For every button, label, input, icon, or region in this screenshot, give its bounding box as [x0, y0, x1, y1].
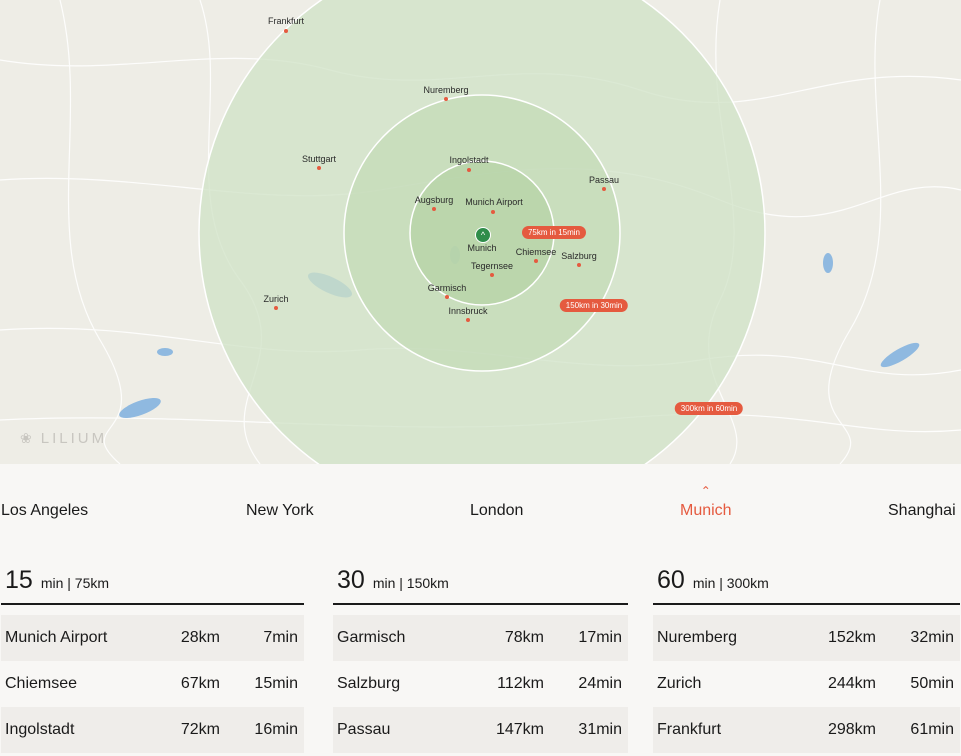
lilium-logo: ❀ LILIUM — [20, 430, 107, 447]
tab-los-angeles[interactable]: Los Angeles — [1, 502, 88, 520]
distance: 147km — [495, 721, 544, 738]
column-minutes: 15 — [5, 566, 33, 594]
distance: 112km — [497, 675, 544, 692]
table-row: Ingolstadt 72km 16min — [1, 707, 304, 753]
city-label-innsbruck: Innsbruck — [448, 306, 488, 316]
city-label-stuttgart: Stuttgart — [301, 154, 337, 164]
destination-name: Nuremberg — [657, 629, 738, 646]
city-label-nuremberg: Nuremberg — [423, 85, 469, 95]
duration: 61min — [910, 721, 954, 738]
column-minutes: 30 — [337, 566, 365, 594]
duration: 50min — [910, 675, 954, 692]
range-column-15: 15 min | 75km Munich Airport 28km 7min C… — [1, 566, 304, 753]
tab-new-york[interactable]: New York — [246, 502, 314, 520]
column-header: 15 min | 75km — [1, 566, 304, 605]
city-label-garmisch: Garmisch — [427, 283, 467, 293]
tab-munich-label: Munich — [680, 502, 732, 519]
lilium-flower-icon: ❀ — [20, 430, 35, 446]
column-header: 60 min | 300km — [653, 566, 960, 605]
column-header: 30 min | 150km — [333, 566, 628, 605]
city-tabs: Los Angeles New York London ⌃ Munich Sha… — [0, 482, 961, 532]
distance: 72km — [180, 721, 220, 738]
table-row: Passau 147km 31min — [333, 707, 628, 753]
destination-name: Chiemsee — [5, 675, 78, 692]
column-subtitle: min | 75km — [40, 575, 110, 591]
range-pill-15min: 75km in 15min — [521, 226, 587, 239]
table-row: Salzburg 112km 24min — [333, 661, 628, 707]
destination-name: Salzburg — [337, 675, 401, 692]
table-row: Munich Airport 28km 7min — [1, 615, 304, 661]
destination-name: Zurich — [657, 675, 702, 692]
hub-label: Munich — [467, 243, 497, 253]
range-pill-60min: 300km in 60min — [674, 402, 744, 415]
column-subtitle: min | 150km — [372, 575, 449, 591]
distance: 28km — [180, 629, 220, 646]
city-label-chiemsee: Chiemsee — [515, 247, 557, 257]
duration: 31min — [578, 721, 622, 738]
chevron-up-icon: ⌃ — [700, 484, 711, 498]
table-row: Chiemsee 67km 15min — [1, 661, 304, 707]
city-label-salzburg: Salzburg — [561, 251, 597, 261]
duration: 16min — [254, 721, 298, 738]
duration: 17min — [578, 629, 622, 646]
city-label-munich-airport: Munich Airport — [465, 197, 523, 207]
destination-name: Garmisch — [337, 629, 406, 646]
duration: 32min — [910, 629, 954, 646]
table-row: Frankfurt 298km 61min — [653, 707, 960, 753]
tab-shanghai[interactable]: Shanghai — [888, 502, 956, 520]
logo-text: LILIUM — [40, 430, 108, 447]
munich-hub-marker[interactable]: ^ — [475, 227, 491, 243]
city-label-tegernsee: Tegernsee — [470, 261, 514, 271]
range-pill-30min: 150km in 30min — [559, 299, 629, 312]
table-row: Nuremberg 152km 32min — [653, 615, 960, 661]
destination-name: Frankfurt — [657, 721, 722, 738]
table-row: Zurich 244km 50min — [653, 661, 960, 707]
tab-munich[interactable]: ⌃ Munich — [680, 484, 732, 520]
duration: 15min — [254, 675, 298, 692]
city-label-frankfurt: Frankfurt — [267, 16, 305, 26]
range-map[interactable]: Frankfurt Nuremberg Stuttgart Ingolstadt… — [0, 0, 961, 464]
city-label-augsburg: Augsburg — [414, 195, 454, 205]
column-subtitle: min | 300km — [692, 575, 769, 591]
distance: 67km — [180, 675, 220, 692]
column-minutes: 60 — [657, 566, 685, 594]
chevron-up-icon: ^ — [480, 229, 486, 240]
distance: 244km — [827, 675, 876, 692]
table-row: Garmisch 78km 17min — [333, 615, 628, 661]
distance: 152km — [827, 629, 876, 646]
destination-name: Ingolstadt — [5, 721, 75, 738]
city-label-passau: Passau — [588, 175, 620, 185]
city-label-zurich: Zurich — [263, 294, 289, 304]
tab-london[interactable]: London — [470, 502, 523, 520]
distance: 298km — [827, 721, 876, 738]
duration: 7min — [263, 629, 298, 646]
range-column-60: 60 min | 300km Nuremberg 152km 32min Zur… — [653, 566, 960, 753]
distance: 78km — [504, 629, 544, 646]
duration: 24min — [578, 675, 622, 692]
destination-name: Passau — [337, 721, 391, 738]
destination-name: Munich Airport — [5, 629, 108, 646]
range-column-30: 30 min | 150km Garmisch 78km 17min Salzb… — [333, 566, 628, 753]
city-label-ingolstadt: Ingolstadt — [449, 155, 489, 165]
